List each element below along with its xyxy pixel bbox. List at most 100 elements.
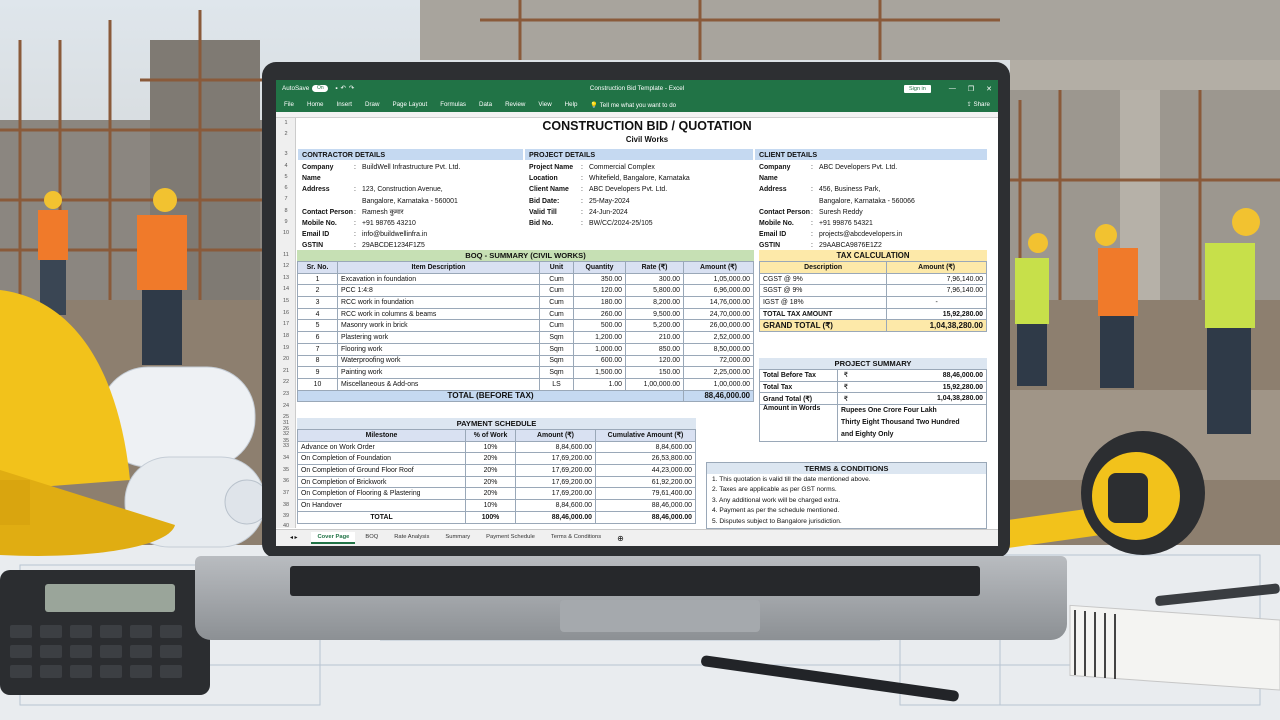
summary-value[interactable]: 15,92,280.00: [853, 380, 987, 394]
ribbon-tab-page-layout[interactable]: Page Layout: [392, 101, 427, 108]
project-field-value[interactable]: Commercial Complex: [589, 162, 749, 173]
close-icon[interactable]: ✕: [986, 85, 992, 93]
boq-total-value[interactable]: 88,46,000.00: [683, 389, 754, 403]
client-field-value[interactable]: ABC Developers Pvt. Ltd.: [819, 162, 983, 184]
payment-cell[interactable]: 17,69,200.00: [515, 452, 596, 466]
redo-icon[interactable]: ↷: [349, 85, 354, 92]
project-field-value[interactable]: Whitefield, Bangalore, Karnataka: [589, 173, 749, 184]
boq-cell[interactable]: 1.00: [573, 377, 626, 391]
tax-amount[interactable]: 7,96,140.00: [886, 272, 987, 286]
boq-cell[interactable]: 9,500.00: [625, 307, 684, 321]
ribbon-tab-data[interactable]: Data: [479, 101, 492, 108]
payment-total-cell[interactable]: 88,46,000.00: [595, 510, 696, 524]
row-number[interactable]: 38: [276, 502, 296, 508]
contractor-field-value[interactable]: Bangalore, Karnataka - 560001: [362, 196, 519, 207]
row-number[interactable]: 13: [276, 275, 296, 281]
boq-cell[interactable]: Cum: [539, 307, 574, 321]
boq-cell[interactable]: RCC work in columns & beams: [337, 307, 540, 321]
payment-cell[interactable]: On Completion of Brickwork: [297, 475, 466, 489]
boq-cell[interactable]: RCC work in foundation: [337, 296, 540, 309]
row-number[interactable]: 7: [276, 196, 296, 202]
boq-cell[interactable]: 120.00: [625, 354, 684, 368]
sheet-tab[interactable]: Terms & Conditions: [545, 532, 607, 544]
boq-cell[interactable]: 1,000.00: [573, 342, 626, 356]
sheet-tab[interactable]: Payment Schedule: [480, 532, 541, 544]
boq-cell[interactable]: 210.00: [625, 331, 684, 344]
payment-cell[interactable]: 26,53,800.00: [595, 452, 696, 466]
boq-cell[interactable]: 150.00: [625, 366, 684, 379]
sheet-tab[interactable]: Rate Analysis: [388, 532, 435, 544]
row-number[interactable]: 19: [276, 345, 296, 351]
row-number[interactable]: 17: [276, 321, 296, 327]
add-sheet-button[interactable]: ⊕: [617, 534, 624, 543]
ribbon-tab-help[interactable]: Help: [565, 101, 578, 108]
row-number[interactable]: 10: [276, 230, 296, 236]
boq-cell[interactable]: LS: [539, 377, 574, 391]
payment-cell[interactable]: On Completion of Foundation: [297, 452, 466, 466]
project-field-value[interactable]: BW/CC/2024-25/105: [589, 218, 749, 229]
payment-cell[interactable]: 17,69,200.00: [515, 464, 596, 477]
boq-cell[interactable]: 1: [297, 272, 338, 286]
payment-cell[interactable]: 8,84,600.00: [515, 440, 596, 454]
boq-cell[interactable]: 1,200.00: [573, 331, 626, 344]
boq-cell[interactable]: Excavation in foundation: [337, 272, 540, 286]
boq-cell[interactable]: Sqm: [539, 366, 574, 379]
payment-cell[interactable]: 17,69,200.00: [515, 487, 596, 501]
boq-cell[interactable]: 5: [297, 319, 338, 333]
payment-cell[interactable]: On Handover: [297, 499, 466, 512]
sheet-tab[interactable]: BOQ: [359, 532, 384, 544]
payment-cell[interactable]: 20%: [465, 452, 516, 466]
summary-value[interactable]: 88,46,000.00: [853, 369, 987, 382]
boq-cell[interactable]: 8: [297, 354, 338, 368]
boq-cell[interactable]: Flooring work: [337, 342, 540, 356]
boq-cell[interactable]: Cum: [539, 284, 574, 298]
boq-cell[interactable]: Cum: [539, 296, 574, 309]
boq-cell[interactable]: 350.00: [573, 272, 626, 286]
payment-total-cell[interactable]: 100%: [465, 510, 516, 524]
row-number[interactable]: 14: [276, 286, 296, 292]
boq-cell[interactable]: 2: [297, 284, 338, 298]
row-number[interactable]: 3: [276, 151, 296, 157]
boq-cell[interactable]: Sqm: [539, 354, 574, 368]
row-number[interactable]: 39: [276, 513, 296, 519]
project-field-value[interactable]: ABC Developers Pvt. Ltd.: [589, 184, 749, 195]
project-field-value[interactable]: 24-Jun-2024: [589, 207, 749, 218]
contractor-field-value[interactable]: 123, Construction Avenue,: [362, 184, 519, 195]
boq-cell[interactable]: 24,70,000.00: [683, 307, 754, 321]
boq-cell[interactable]: 500.00: [573, 319, 626, 333]
boq-cell[interactable]: 600.00: [573, 354, 626, 368]
client-field-value[interactable]: Bangalore, Karnataka - 560066: [819, 196, 983, 207]
boq-cell[interactable]: Miscellaneous & Add-ons: [337, 377, 540, 391]
payment-cell[interactable]: 10%: [465, 440, 516, 454]
row-number[interactable]: 6: [276, 185, 296, 191]
tell-me-box[interactable]: 💡 Tell me what you want to do: [590, 101, 676, 109]
row-number[interactable]: 32: [276, 431, 296, 437]
payment-cell[interactable]: 8,84,600.00: [515, 499, 596, 512]
restore-icon[interactable]: ❐: [968, 85, 974, 93]
client-field-value[interactable]: 456, Business Park,: [819, 184, 983, 195]
boq-cell[interactable]: 3: [297, 296, 338, 309]
undo-icon[interactable]: ↶: [341, 85, 346, 92]
boq-cell[interactable]: 1,500.00: [573, 366, 626, 379]
boq-cell[interactable]: 120.00: [573, 284, 626, 298]
boq-cell[interactable]: 260.00: [573, 307, 626, 321]
contractor-field-value[interactable]: +91 98765 43210: [362, 218, 519, 229]
payment-cell[interactable]: 20%: [465, 475, 516, 489]
row-number[interactable]: 8: [276, 208, 296, 214]
boq-cell[interactable]: 8,50,000.00: [683, 342, 754, 356]
payment-cell[interactable]: 61,92,200.00: [595, 475, 696, 489]
sheet-tab[interactable]: Summary: [439, 532, 476, 544]
boq-cell[interactable]: PCC 1:4:8: [337, 284, 540, 298]
row-number[interactable]: 16: [276, 310, 296, 316]
share-button[interactable]: ⇪ Share: [967, 101, 990, 108]
boq-cell[interactable]: 1,00,000.00: [625, 377, 684, 391]
boq-cell[interactable]: 6: [297, 331, 338, 344]
payment-total-cell[interactable]: TOTAL: [297, 510, 466, 524]
grand-total-value[interactable]: 1,04,38,280.00: [886, 319, 987, 333]
sign-in-button[interactable]: Sign in: [904, 84, 931, 93]
boq-cell[interactable]: 5,200.00: [625, 319, 684, 333]
contractor-field-value[interactable]: Ramesh कुमार: [362, 207, 519, 218]
boq-cell[interactable]: Sqm: [539, 342, 574, 356]
row-number[interactable]: 21: [276, 368, 296, 374]
payment-cell[interactable]: Advance on Work Order: [297, 440, 466, 454]
